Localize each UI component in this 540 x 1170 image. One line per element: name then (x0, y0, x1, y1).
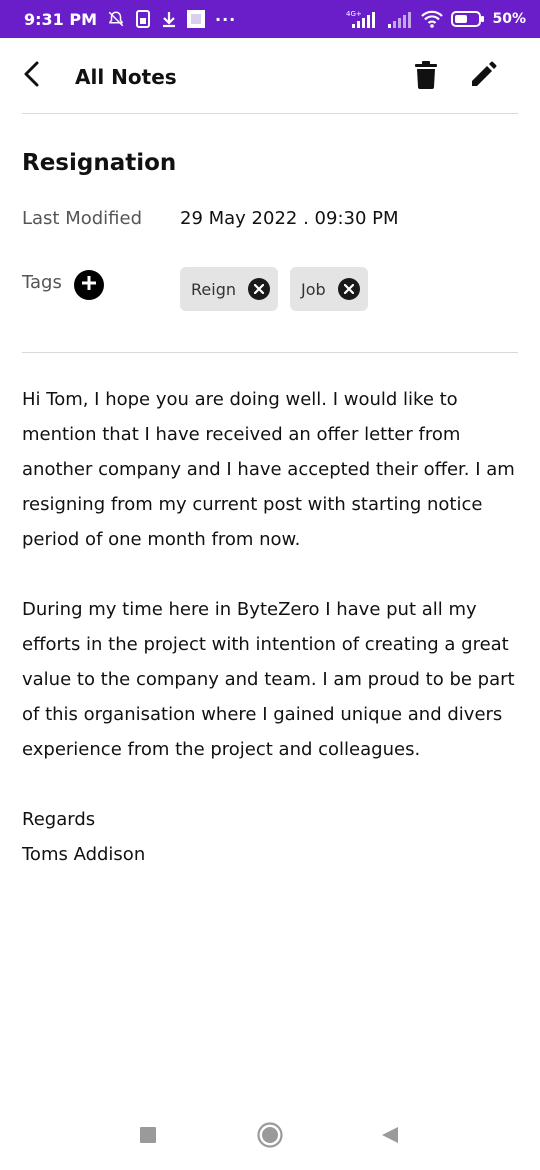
arrow-back-icon (21, 60, 43, 93)
app-bar: All Notes (0, 38, 540, 114)
sim-icon (135, 10, 151, 28)
header-divider (22, 113, 518, 114)
tag-chip[interactable]: Job (289, 267, 368, 311)
add-tag-button[interactable] (74, 270, 104, 300)
gallery-icon (187, 10, 206, 28)
last-modified-value: 29 May 2022 . 09:30 PM (180, 208, 399, 229)
note-paragraph: Hi Tom, I hope you are doing well. I wou… (22, 389, 515, 550)
last-modified-label: Last Modified (22, 208, 143, 229)
system-nav-bar (0, 1100, 540, 1170)
pencil-icon (469, 61, 497, 94)
delete-button[interactable] (410, 60, 442, 94)
note-body: Hi Tom, I hope you are doing well. I wou… (22, 382, 522, 872)
nav-back-button[interactable] (375, 1122, 405, 1152)
status-time: 9:31 PM (24, 9, 98, 29)
note-signature: Toms Addison (22, 844, 146, 865)
signal-icon (387, 9, 413, 29)
signal-4g-icon: 4G+ (346, 9, 380, 29)
more-notifications: ··· (215, 9, 237, 29)
plus-circle-icon (81, 275, 97, 296)
recents-button[interactable] (133, 1122, 163, 1152)
note-closing: Regards (22, 809, 96, 830)
bell-muted-icon (107, 10, 125, 28)
battery-percent: 50% (492, 11, 526, 27)
circle-icon (256, 1121, 284, 1154)
close-circle-icon[interactable] (337, 278, 360, 300)
svg-text:4G+: 4G+ (346, 10, 362, 18)
tags-label: Tags (22, 272, 62, 293)
tag-list: Reign Job (180, 267, 368, 311)
tag-label: Job (300, 279, 326, 299)
download-icon (161, 10, 177, 28)
triangle-icon (380, 1125, 400, 1150)
wifi-icon (420, 9, 444, 29)
home-button[interactable] (255, 1121, 285, 1154)
status-left: 9:31 PM ··· (24, 10, 236, 29)
page-title: All Notes (75, 65, 177, 89)
tag-label: Reign (191, 279, 236, 299)
close-circle-icon[interactable] (247, 278, 270, 300)
status-right: 4G+ 50% (346, 9, 526, 29)
note-title: Resignation (22, 150, 177, 176)
edit-button[interactable] (466, 60, 500, 94)
status-bar: 9:31 PM ··· 4G+ 50% (0, 0, 540, 38)
note-paragraph: During my time here in ByteZero I have p… (22, 599, 515, 760)
trash-icon (415, 60, 437, 94)
tag-chip[interactable]: Reign (180, 267, 278, 311)
square-icon (139, 1126, 157, 1149)
battery-icon (451, 10, 485, 28)
back-button[interactable] (16, 60, 48, 92)
meta-divider (22, 352, 518, 353)
